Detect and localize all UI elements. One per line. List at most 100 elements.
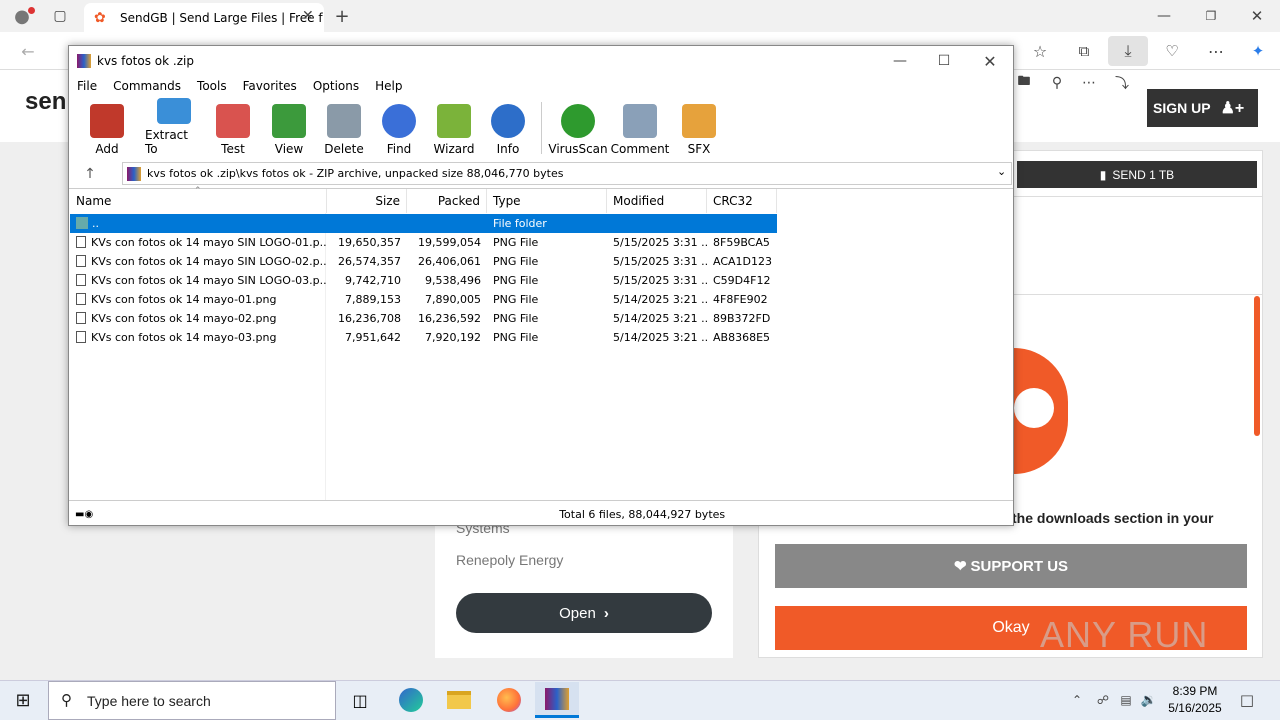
add-archive-icon bbox=[90, 104, 124, 138]
toolbar-sfx-button[interactable]: SFX bbox=[672, 98, 726, 156]
edge-taskbar-icon[interactable] bbox=[389, 682, 433, 718]
toolbar-comment-button[interactable]: Comment bbox=[608, 98, 672, 156]
menu-options[interactable]: Options bbox=[305, 79, 367, 93]
toolbar-label: VirusScan bbox=[548, 142, 608, 156]
winrar-statusbar: ▬◉ Total 6 files, 88,044,927 bytes bbox=[69, 503, 1013, 525]
support-us-button[interactable]: ❤ SUPPORT US bbox=[775, 544, 1247, 588]
toolbar-view-button[interactable]: View bbox=[263, 98, 315, 156]
file-name: KVs con fotos ok 14 mayo SIN LOGO-01.p..… bbox=[70, 236, 327, 249]
firefox-icon[interactable] bbox=[487, 682, 531, 718]
column-crc-header[interactable]: CRC32 bbox=[707, 189, 777, 213]
signup-button[interactable]: SIGN UP ♟+ bbox=[1147, 89, 1258, 127]
chevron-down-icon[interactable]: ⌄ bbox=[997, 165, 1006, 178]
menu-commands[interactable]: Commands bbox=[105, 79, 189, 93]
file-row[interactable]: KVs con fotos ok 14 mayo-02.png 16,236,70… bbox=[70, 309, 777, 328]
file-name-text: KVs con fotos ok 14 mayo-01.png bbox=[91, 293, 277, 306]
close-tab-icon[interactable]: ✕ bbox=[302, 8, 314, 24]
parent-folder-row[interactable]: .. File folder bbox=[70, 214, 777, 233]
file-name: KVs con fotos ok 14 mayo SIN LOGO-03.p..… bbox=[70, 274, 327, 287]
winrar-taskbar-icon[interactable] bbox=[535, 682, 579, 718]
column-packed-header[interactable]: Packed bbox=[407, 189, 487, 213]
toolbar-virusscan-button[interactable]: VirusScan bbox=[548, 98, 608, 156]
menu-tools[interactable]: Tools bbox=[189, 79, 235, 93]
copilot-icon[interactable]: ✦ bbox=[1246, 40, 1270, 62]
site-search-icon[interactable]: ⚲ bbox=[1045, 72, 1069, 94]
back-icon[interactable]: ← bbox=[16, 40, 40, 62]
toolbar-wizard-button[interactable]: Wizard bbox=[425, 98, 483, 156]
file-packed: 16,236,592 bbox=[407, 312, 487, 325]
site-folder-icon[interactable]: 🖿 bbox=[1012, 72, 1036, 94]
close-browser-icon[interactable]: ✕ bbox=[1246, 6, 1268, 26]
file-modified: 5/14/2025 3:21 ... bbox=[607, 293, 707, 306]
winrar-maximize-icon[interactable]: ☐ bbox=[933, 50, 955, 72]
collections-icon[interactable]: ⧉ bbox=[1072, 40, 1096, 62]
notifications-icon[interactable]: □ bbox=[1236, 689, 1258, 711]
browser-essentials-icon[interactable]: ♡ bbox=[1160, 40, 1184, 62]
site-more-icon[interactable]: ⋯ bbox=[1077, 72, 1101, 94]
file-crc-text: 8F59BCA5 bbox=[713, 236, 770, 249]
file-type-text: PNG File bbox=[493, 255, 539, 268]
panel-scrollbar-thumb[interactable] bbox=[1254, 296, 1260, 436]
toolbar-extract-button[interactable]: Extract To bbox=[145, 98, 203, 156]
row-name: .. bbox=[92, 217, 99, 230]
pin-icon[interactable]: ⤵ bbox=[1110, 72, 1134, 94]
column-modified-header[interactable]: Modified bbox=[607, 189, 707, 213]
show-hidden-icons[interactable]: ⌃ bbox=[1068, 690, 1086, 710]
task-view-icon[interactable]: ◫ bbox=[338, 682, 382, 718]
file-modified-text: 5/15/2025 3:31 ... bbox=[613, 255, 707, 268]
windows-start-icon[interactable]: ⊞ bbox=[10, 688, 36, 712]
downloads-icon[interactable]: ⤓ bbox=[1108, 36, 1148, 66]
drive-icon[interactable]: ▬◉ bbox=[75, 509, 93, 520]
minimize-browser-icon[interactable]: — bbox=[1153, 6, 1175, 26]
file-row[interactable]: KVs con fotos ok 14 mayo SIN LOGO-01.p..… bbox=[70, 233, 777, 252]
tab-actions-icon[interactable]: ▢ bbox=[48, 5, 72, 27]
restore-browser-icon[interactable]: ❐ bbox=[1200, 6, 1222, 26]
favorites-star-icon[interactable]: ☆ bbox=[1028, 40, 1052, 62]
trash-icon bbox=[327, 104, 361, 138]
file-crc: 4F8FE902 bbox=[707, 293, 777, 306]
winrar-close-icon[interactable]: ✕ bbox=[979, 50, 1001, 72]
open-button[interactable]: Open › bbox=[456, 593, 712, 633]
file-name: KVs con fotos ok 14 mayo-01.png bbox=[70, 293, 327, 306]
column-size-header[interactable]: Size bbox=[327, 189, 407, 213]
toolbar-find-button[interactable]: Find bbox=[373, 98, 425, 156]
winrar-titlebar[interactable]: kvs fotos ok .zip — ☐ ✕ bbox=[69, 46, 1013, 76]
file-size: 26,574,357 bbox=[327, 255, 407, 268]
column-name-header[interactable]: Name ⌃ bbox=[70, 186, 327, 213]
toolbar-label: Delete bbox=[324, 142, 364, 156]
menu-favorites[interactable]: Favorites bbox=[235, 79, 305, 93]
browser-tab-sendgb[interactable]: ✿ SendGB | Send Large Files | Free f ✕ bbox=[84, 3, 324, 32]
file-row[interactable]: KVs con fotos ok 14 mayo-01.png 7,889,153… bbox=[70, 290, 777, 309]
file-size: 7,951,642 bbox=[327, 331, 407, 344]
menu-file[interactable]: File bbox=[69, 79, 105, 93]
column-type-header[interactable]: Type bbox=[487, 189, 607, 213]
archive-path-combobox[interactable]: kvs fotos ok .zip\kvs fotos ok - ZIP arc… bbox=[122, 162, 1012, 185]
file-explorer-icon[interactable] bbox=[437, 682, 481, 718]
png-file-icon bbox=[76, 255, 86, 267]
signup-label: SIGN UP bbox=[1153, 100, 1211, 116]
downloads-instruction: the downloads section in your bbox=[1012, 510, 1214, 526]
toolbar-info-button[interactable]: Info bbox=[483, 98, 533, 156]
security-tray-icon[interactable]: ☍ bbox=[1094, 690, 1112, 710]
file-size: 16,236,708 bbox=[327, 312, 407, 325]
file-row[interactable]: KVs con fotos ok 14 mayo-03.png 7,951,642… bbox=[70, 328, 777, 347]
toolbar-delete-button[interactable]: Delete bbox=[315, 98, 373, 156]
new-tab-icon[interactable]: + bbox=[332, 5, 352, 27]
settings-more-icon[interactable]: ⋯ bbox=[1204, 40, 1228, 62]
toolbar-add-button[interactable]: Add bbox=[69, 98, 145, 156]
file-packed-text: 19,599,054 bbox=[418, 236, 481, 249]
site-logo[interactable]: sen bbox=[25, 88, 66, 116]
file-row[interactable]: KVs con fotos ok 14 mayo SIN LOGO-03.p..… bbox=[70, 271, 777, 290]
network-icon[interactable]: ▤ bbox=[1117, 690, 1135, 710]
send-1tb-button[interactable]: ▮ SEND 1 TB bbox=[1017, 161, 1257, 188]
taskbar-clock[interactable]: 8:39 PM 5/16/2025 bbox=[1162, 683, 1228, 717]
menu-help[interactable]: Help bbox=[367, 79, 410, 93]
file-size: 9,742,710 bbox=[327, 274, 407, 287]
volume-icon[interactable]: 🔉 bbox=[1140, 690, 1158, 710]
file-size-text: 16,236,708 bbox=[338, 312, 401, 325]
taskbar-search-box[interactable]: ⚲ Type here to search bbox=[48, 681, 336, 720]
toolbar-test-button[interactable]: Test bbox=[203, 98, 263, 156]
winrar-minimize-icon[interactable]: — bbox=[889, 50, 911, 72]
up-folder-icon[interactable]: ↑ bbox=[80, 164, 100, 184]
file-row[interactable]: KVs con fotos ok 14 mayo SIN LOGO-02.p..… bbox=[70, 252, 777, 271]
